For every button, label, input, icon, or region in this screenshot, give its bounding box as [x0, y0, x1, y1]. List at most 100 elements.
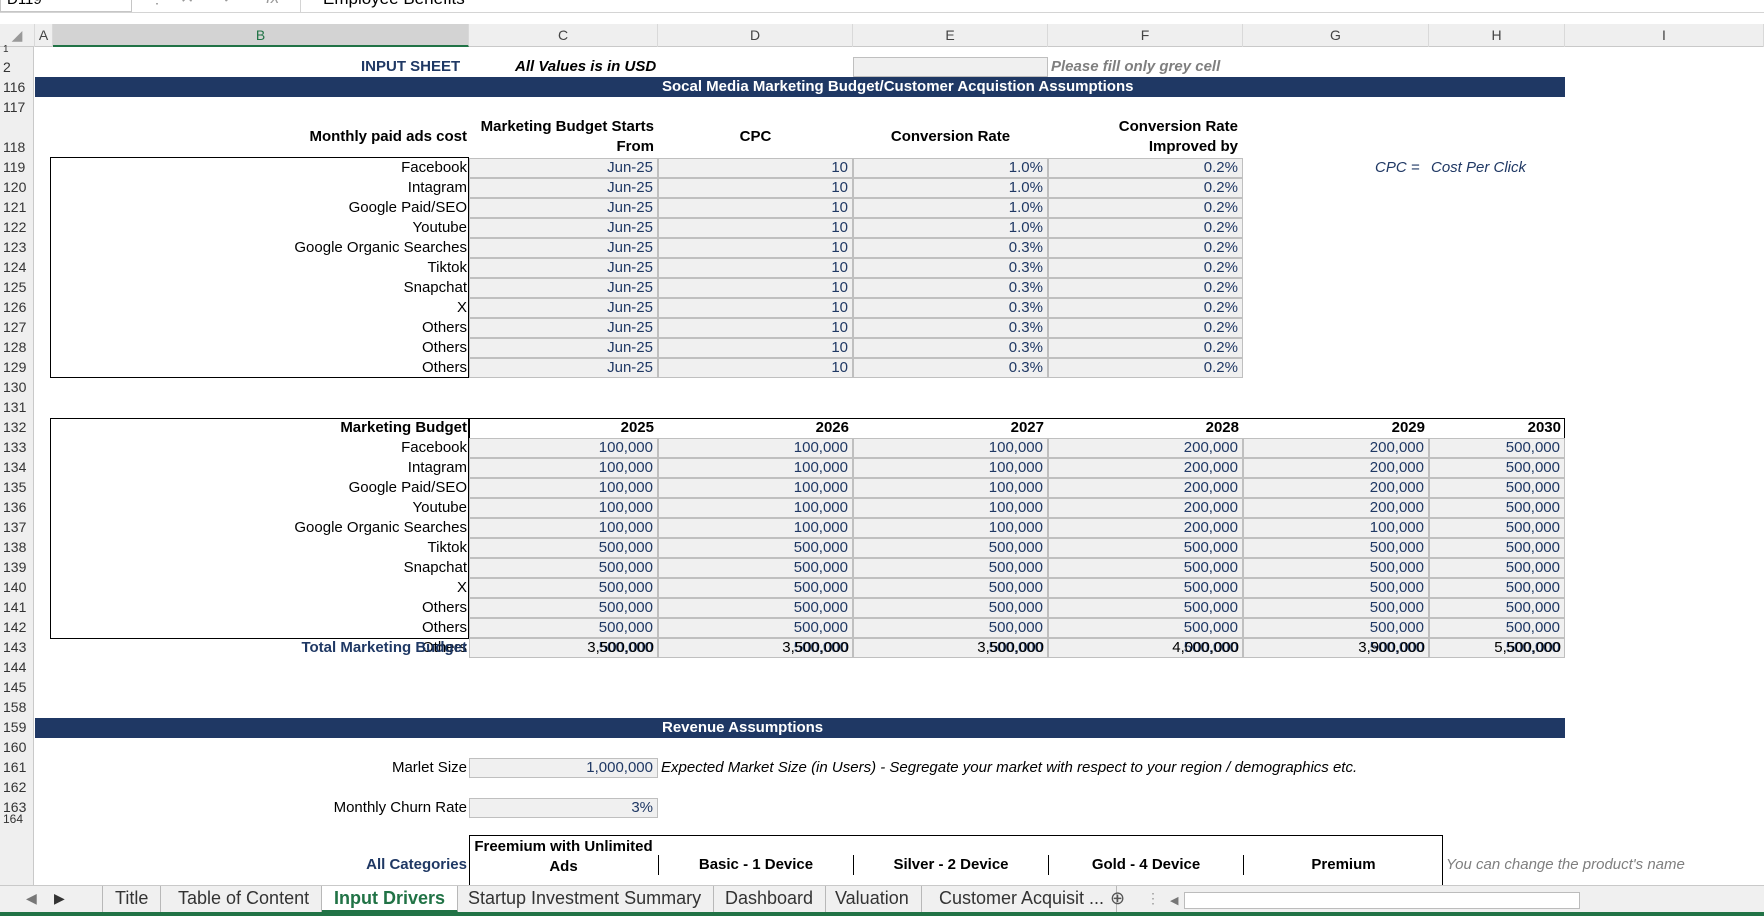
row-header[interactable]: 158	[0, 698, 34, 716]
budget-value-cell[interactable]: 500,000	[853, 558, 1048, 578]
row-header[interactable]: 118	[0, 138, 34, 156]
improvement-cell[interactable]: 0.2%	[1048, 278, 1243, 298]
budget-value-cell[interactable]: 500,000	[1048, 578, 1243, 598]
budget-value-cell[interactable]: 500,000	[853, 538, 1048, 558]
row-header[interactable]: 159	[0, 718, 34, 736]
cpc-cell[interactable]: 10	[658, 278, 853, 298]
budget-value-cell[interactable]: 500,000	[469, 598, 658, 618]
budget-value-cell[interactable]: 200,000	[1048, 478, 1243, 498]
cpc-cell[interactable]: 10	[658, 298, 853, 318]
column-header-f[interactable]: F	[1048, 24, 1243, 47]
budget-value-cell[interactable]: 100,000	[853, 458, 1048, 478]
row-header[interactable]: 143	[0, 638, 34, 656]
budget-value-cell[interactable]: 500,000	[853, 618, 1048, 638]
add-sheet-icon[interactable]: ⊕	[1110, 888, 1125, 909]
budget-value-cell[interactable]: 200,000	[1243, 478, 1429, 498]
budget-value-cell[interactable]: 500,000	[1429, 598, 1565, 618]
budget-value-cell[interactable]: 500,000	[469, 578, 658, 598]
row-header[interactable]: 2	[0, 58, 34, 76]
product-name-2[interactable]: Basic - 1 Device	[658, 855, 853, 875]
tab-valuation[interactable]: Valuation	[823, 886, 922, 913]
budget-value-cell[interactable]: 500,000	[469, 558, 658, 578]
start-date-cell[interactable]: Jun-25	[469, 358, 658, 378]
start-date-cell[interactable]: Jun-25	[469, 178, 658, 198]
cpc-cell[interactable]: 10	[658, 238, 853, 258]
tab-startup-investment-summary[interactable]: Startup Investment Summary	[456, 886, 715, 913]
budget-value-cell[interactable]: 500,000	[1429, 498, 1565, 518]
improvement-cell[interactable]: 0.2%	[1048, 178, 1243, 198]
improvement-cell[interactable]: 0.2%	[1048, 158, 1243, 178]
horizontal-scrollbar[interactable]	[1184, 892, 1580, 909]
budget-value-cell[interactable]: 500,000	[658, 538, 853, 558]
start-date-cell[interactable]: Jun-25	[469, 198, 658, 218]
market-size-input[interactable]: 1,000,000	[469, 758, 658, 778]
column-header-i[interactable]: I	[1565, 24, 1764, 47]
row-header[interactable]: 122	[0, 218, 34, 236]
scroll-left-icon[interactable]: ◀	[26, 890, 37, 907]
cpc-cell[interactable]: 10	[658, 358, 853, 378]
cancel-icon[interactable]: ✕	[180, 0, 194, 8]
row-header[interactable]: 132	[0, 418, 34, 436]
row-header[interactable]: 117	[0, 98, 34, 116]
budget-value-cell[interactable]: 100,000	[469, 438, 658, 458]
cpc-cell[interactable]: 10	[658, 218, 853, 238]
budget-value-cell[interactable]: 500,000	[658, 598, 853, 618]
budget-value-cell[interactable]: 100,000	[658, 458, 853, 478]
tab-table-of-content[interactable]: Table of Content	[166, 886, 323, 913]
row-header[interactable]: 126	[0, 298, 34, 316]
row-header[interactable]: 125	[0, 278, 34, 296]
conversion-rate-cell[interactable]: 0.3%	[853, 358, 1048, 378]
column-header-a[interactable]: A	[35, 24, 53, 47]
budget-value-cell[interactable]: 500,000	[1243, 538, 1429, 558]
budget-value-cell[interactable]: 500,000	[1429, 478, 1565, 498]
cpc-cell[interactable]: 10	[658, 178, 853, 198]
start-date-cell[interactable]: Jun-25	[469, 278, 658, 298]
product-name-3[interactable]: Silver - 2 Device	[853, 855, 1048, 875]
tab-input-drivers[interactable]: Input Drivers	[322, 886, 459, 913]
cpc-cell[interactable]: 10	[658, 158, 853, 178]
improvement-cell[interactable]: 0.2%	[1048, 298, 1243, 318]
budget-value-cell[interactable]: 200,000	[1243, 458, 1429, 478]
budget-value-cell[interactable]: 500,000	[1243, 578, 1429, 598]
budget-value-cell[interactable]: 200,000	[1048, 438, 1243, 458]
row-header[interactable]: 130	[0, 378, 34, 396]
budget-value-cell[interactable]: 500,000	[1048, 538, 1243, 558]
row-header[interactable]: 135	[0, 478, 34, 496]
budget-value-cell[interactable]: 100,000	[658, 518, 853, 538]
hscroll-left-icon[interactable]: ◀	[1170, 894, 1178, 907]
row-header[interactable]: 136	[0, 498, 34, 516]
budget-value-cell[interactable]: 100,000	[469, 518, 658, 538]
budget-value-cell[interactable]: 500,000	[1429, 438, 1565, 458]
column-header-d[interactable]: D	[658, 24, 853, 47]
cpc-cell[interactable]: 10	[658, 338, 853, 358]
sample-input-cell[interactable]	[853, 57, 1048, 77]
row-header[interactable]: 121	[0, 198, 34, 216]
improvement-cell[interactable]: 0.2%	[1048, 338, 1243, 358]
tab-splitter-icon[interactable]: ⋮	[1146, 890, 1160, 907]
conversion-rate-cell[interactable]: 0.3%	[853, 338, 1048, 358]
row-header[interactable]: 123	[0, 238, 34, 256]
conversion-rate-cell[interactable]: 0.3%	[853, 298, 1048, 318]
budget-value-cell[interactable]: 500,000	[1429, 458, 1565, 478]
budget-value-cell[interactable]: 100,000	[658, 478, 853, 498]
budget-value-cell[interactable]: 100,000	[1243, 518, 1429, 538]
enter-icon[interactable]: ✓	[222, 0, 236, 8]
product-name-1[interactable]: Freemium with Unlimited Ads	[469, 837, 658, 877]
budget-value-cell[interactable]: 200,000	[1048, 458, 1243, 478]
row-header[interactable]: 137	[0, 518, 34, 536]
budget-value-cell[interactable]: 100,000	[853, 438, 1048, 458]
budget-value-cell[interactable]: 500,000	[658, 618, 853, 638]
product-name-4[interactable]: Gold - 4 Device	[1048, 855, 1243, 875]
product-name-5[interactable]: Premium	[1243, 855, 1443, 875]
row-header[interactable]: 142	[0, 618, 34, 636]
conversion-rate-cell[interactable]: 0.3%	[853, 318, 1048, 338]
conversion-rate-cell[interactable]: 1.0%	[853, 178, 1048, 198]
improvement-cell[interactable]: 0.2%	[1048, 258, 1243, 278]
tab-title[interactable]: Title	[102, 886, 162, 913]
budget-value-cell[interactable]: 100,000	[658, 438, 853, 458]
start-date-cell[interactable]: Jun-25	[469, 238, 658, 258]
improvement-cell[interactable]: 0.2%	[1048, 358, 1243, 378]
row-header[interactable]: 131	[0, 398, 34, 416]
row-header[interactable]: 161	[0, 758, 34, 776]
conversion-rate-cell[interactable]: 1.0%	[853, 198, 1048, 218]
